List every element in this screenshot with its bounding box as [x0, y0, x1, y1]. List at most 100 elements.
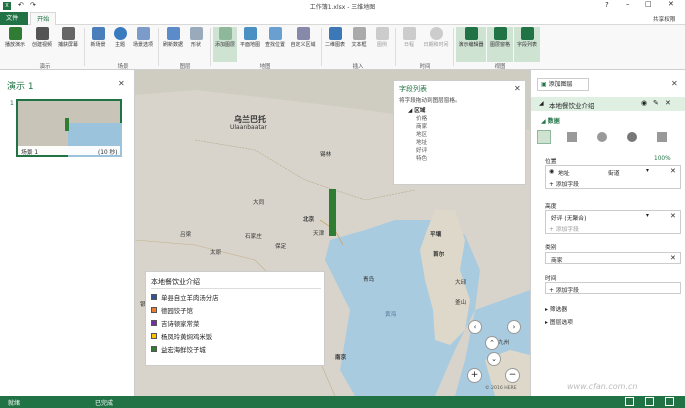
city-label: Ulaanbaatar [230, 124, 267, 131]
view-icon[interactable] [645, 397, 654, 406]
maximize-icon[interactable]: □ [645, 0, 652, 8]
shape-icon [189, 27, 203, 40]
divider [158, 28, 159, 66]
close-icon[interactable]: ✕ [514, 85, 521, 93]
scene-duration: (10 秒) [98, 150, 118, 156]
edit-icon[interactable]: ✎ [653, 99, 659, 107]
field-table[interactable]: ◢ 区域 [408, 106, 425, 114]
rotate-right-button[interactable]: › [507, 320, 521, 334]
region-map-icon[interactable] [657, 132, 667, 142]
tab-file[interactable]: 文件 [0, 12, 28, 25]
city-label: 南京 [335, 355, 347, 361]
theme-button[interactable]: 主题 [108, 27, 132, 48]
scene-number: 1 [10, 100, 14, 107]
zoom-in-button[interactable]: + [467, 368, 482, 383]
heatmap-icon[interactable] [627, 132, 637, 142]
filters-section[interactable]: ▸ 筛选器 [545, 304, 567, 313]
legend-swatch [151, 294, 157, 300]
find-location-button[interactable]: 查找位置 [263, 27, 287, 48]
dropdown-icon[interactable]: ▾ [646, 168, 649, 174]
visibility-icon[interactable]: ◉ [641, 99, 647, 107]
date-time-button[interactable]: 日期和时间 [422, 27, 450, 48]
legend-icon [375, 27, 389, 40]
field-list-button[interactable]: 字段列表 [514, 27, 540, 62]
close-icon[interactable]: ✕ [118, 80, 125, 88]
legend-swatch [151, 307, 157, 313]
field-item[interactable]: 商家 [416, 122, 427, 130]
field-item[interactable]: 特色 [416, 154, 427, 162]
field-item[interactable]: 地址 [416, 138, 427, 146]
field-list-panel[interactable]: 字段列表 ✕ 将字段拖动到图层窗格。 ◢ 区域 价格 商家 地区 地址 好评 特色 [393, 80, 526, 185]
add-field-link[interactable]: + 添加字段 [549, 224, 579, 233]
tour-editor-button[interactable]: 演示编辑器 [456, 27, 486, 62]
close-icon[interactable]: ✕ [668, 0, 674, 8]
tab-home[interactable]: 开始 [30, 12, 57, 25]
map-legend[interactable]: 本地餐饮业介绍 单县自立羊肉汤分店 德园饺子馆 吉诗顿家常菜 杨凤玲黄焖鸡米饭 益宏海鲜… [145, 271, 325, 366]
remove-icon[interactable]: ✕ [670, 212, 676, 220]
bubble-icon[interactable] [597, 132, 607, 142]
tilt-up-button[interactable]: ⌃ [485, 336, 499, 350]
stacked-column-icon[interactable] [537, 130, 551, 144]
field-item[interactable]: 好评 [416, 146, 427, 154]
scene-options-button[interactable]: 场景选项 [131, 27, 155, 48]
location-percent: 100% [654, 156, 671, 162]
close-icon[interactable]: ✕ [671, 80, 678, 88]
legend-label: 单县自立羊肉汤分店 [161, 294, 219, 302]
tilt-down-button[interactable]: ⌄ [487, 352, 501, 366]
layer-header[interactable]: ◢ 本地餐饮业介绍 ◉ ✎ ✕ [531, 97, 685, 111]
remove-icon[interactable]: ✕ [670, 254, 676, 262]
data-bar[interactable] [329, 189, 336, 236]
field-item[interactable]: 地区 [416, 130, 427, 138]
remove-icon[interactable]: ✕ [670, 167, 676, 175]
city-label: 锡林 [320, 152, 332, 158]
city-label: 青岛 [363, 277, 375, 283]
view-icon[interactable] [625, 397, 634, 406]
2d-chart-button[interactable]: 二维图表 [323, 27, 347, 48]
capture-screen-button[interactable]: 捕获屏幕 [56, 27, 80, 48]
sea-label: 黄海 [385, 312, 397, 318]
timeline-button[interactable]: 日程 [397, 27, 421, 48]
dropdown-icon[interactable]: ▾ [646, 213, 649, 219]
radio-icon[interactable]: ◉ [549, 168, 554, 175]
location-type[interactable]: 街道 [608, 168, 620, 177]
field-item[interactable]: 价格 [416, 114, 427, 122]
text-box-button[interactable]: 文本框 [347, 27, 371, 48]
shapes-button[interactable]: 形状 [184, 27, 208, 48]
location-field-box[interactable]: ◉ 地址 街道 ▾ ✕ + 添加字段 [545, 165, 681, 189]
chart-icon [328, 27, 342, 40]
view-icon[interactable] [665, 397, 674, 406]
height-field-box[interactable]: 好评 (无聚合) ▾ ✕ + 添加字段 [545, 210, 681, 234]
create-video-button[interactable]: 创建视频 [30, 27, 54, 48]
watermark: www.cfan.com.cn [567, 382, 638, 391]
add-layer-button[interactable]: 添加图层 [213, 27, 237, 62]
minimize-icon[interactable]: – [626, 0, 630, 8]
delete-icon[interactable]: ✕ [665, 99, 671, 107]
custom-region-button[interactable]: 自定义区域 [288, 27, 318, 48]
scene-thumbnail[interactable]: 场景 1 (10 秒) [16, 99, 122, 157]
refresh-data-button[interactable]: 刷新数据 [161, 27, 185, 48]
legend-label: 吉诗顿家常菜 [161, 320, 200, 328]
data-section[interactable]: ◢ 数据 [541, 116, 560, 125]
clock-icon [429, 27, 443, 40]
legend-button[interactable]: 图例 [370, 27, 394, 48]
zoom-out-button[interactable]: − [505, 368, 520, 383]
add-field-link[interactable]: + 添加字段 [549, 285, 579, 294]
tour-editor-pane: 演示 1 ✕ 1 场景 1 (10 秒) [0, 70, 135, 396]
help-icon[interactable]: ? [605, 1, 609, 9]
rotate-left-button[interactable]: ‹ [468, 320, 482, 334]
new-scene-button[interactable]: 新场景 [86, 27, 110, 48]
play-tour-button[interactable]: 播放演示 [3, 27, 27, 48]
time-field-box[interactable]: + 添加字段 [545, 282, 681, 294]
layer-pane-button[interactable]: 图层窗格 [487, 27, 513, 62]
add-layer-button[interactable]: ▣ 添加图层 [537, 78, 589, 91]
ribbon: 播放演示 创建视频 捕获屏幕 新场景 主题 场景选项 刷新数据 形状 添加图层 … [0, 25, 685, 70]
share-link[interactable]: 共享权限 [653, 15, 675, 23]
layer-options-section[interactable]: ▸ 图层选项 [545, 317, 573, 326]
add-field-link[interactable]: + 添加字段 [549, 179, 579, 188]
clustered-column-icon[interactable] [567, 132, 577, 142]
category-field-box[interactable]: 商家 ✕ [545, 252, 681, 264]
legend-label: 德园饺子馆 [161, 307, 193, 315]
legend-label: 益宏海鲜饺子城 [161, 346, 206, 354]
map-canvas[interactable]: 乌兰巴托 Ulaanbaatar 北京 天津 石家庄 太原 济南 郑州 南京 平… [135, 70, 530, 396]
flat-map-button[interactable]: 平面地图 [238, 27, 262, 48]
